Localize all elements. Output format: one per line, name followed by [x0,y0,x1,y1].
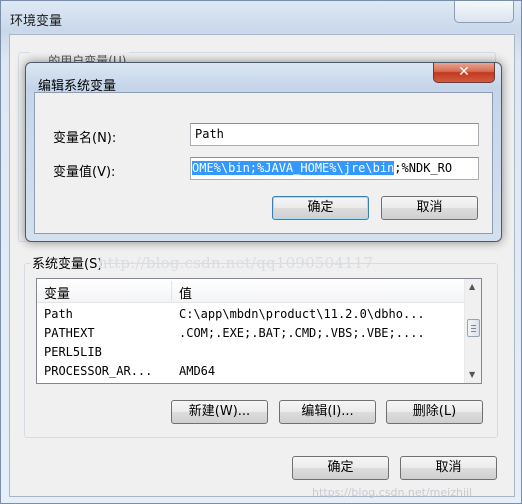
variable-value-input[interactable]: OME%\bin;%JAVA_HOME%\jre\bin;%NDK_RO [190,157,479,180]
row-name: PATHEXT [44,326,95,340]
variable-name-input[interactable]: Path [190,123,479,146]
scroll-thumb[interactable] [467,319,480,337]
dialog-cancel-button[interactable]: 取消 [381,196,478,220]
row-name: Path [44,307,73,321]
grip-line [471,328,476,329]
ok-button[interactable]: 确定 [292,456,389,480]
window-title: 环境变量 [10,14,63,29]
column-divider[interactable] [171,281,172,301]
selected-text: OME%\bin;%JAVA_HOME%\jre\bin [192,161,395,175]
list-header: 变量 值 [37,279,465,303]
row-value: .COM;.EXE;.BAT;.CMD;.VBS;.VBE;.... [179,326,425,340]
vertical-scrollbar[interactable]: ▲ ▼ [464,279,481,383]
table-row[interactable]: PATHEXT .COM;.EXE;.BAT;.CMD;.VBS;.VBE;..… [37,324,465,343]
variable-value-text: OME%\bin;%JAVA_HOME%\jre\bin;%NDK_RO [192,161,452,175]
row-value: C:\app\mbdn\product\11.2.0\dbho... [179,307,425,321]
system-variables-list[interactable]: 变量 值 Path C:\app\mbdn\product\11.2.0\dbh… [36,278,482,384]
table-row[interactable]: PROCESSOR_AR... AMD64 [37,362,465,381]
variable-value-label: 变量值(V): [53,165,116,180]
variable-name-label: 变量名(N): [53,131,117,146]
edit-variable-button[interactable]: 编辑(I)... [279,400,376,424]
new-variable-button[interactable]: 新建(W)... [171,400,268,424]
variable-name-value: Path [195,127,224,141]
window-close-button[interactable] [454,1,514,23]
close-icon: ✕ [458,64,470,80]
column-header-value[interactable]: 值 [179,283,192,302]
dialog-ok-button[interactable]: 确定 [272,196,369,220]
watermark: http://blog.csdn.net/qq1090504117 [98,254,374,272]
scroll-up-arrow-icon[interactable]: ▲ [469,282,475,291]
unselected-text: ;%NDK_RO [394,161,453,175]
system-variables-title: 系统变量(S) [30,253,105,272]
row-value: AMD64 [179,364,216,378]
dialog-close-button[interactable]: ✕ [433,63,495,83]
row-name: PROCESSOR_AR... [44,364,153,378]
dialog-body: 变量名(N): Path 变量值(V): OME%\bin;%JAVA_HOME… [34,92,493,234]
delete-variable-button[interactable]: 删除(L) [386,400,483,424]
grip-line [471,325,476,326]
grip-line [471,331,476,332]
row-name: PERL5LIB [44,345,102,359]
table-row[interactable]: PERL5LIB [37,343,465,362]
scroll-down-arrow-icon[interactable]: ▼ [469,370,475,379]
column-header-variable[interactable]: 变量 [44,283,70,302]
watermark-footer: https://blog.csdn.net/meizhiil [312,486,473,499]
table-row[interactable]: Path C:\app\mbdn\product\11.2.0\dbho... [37,305,465,324]
cancel-button[interactable]: 取消 [400,456,497,480]
edit-system-variable-dialog: 编辑系统变量 ✕ 变量名(N): Path 变量值(V): OME%\bin;%… [25,62,502,242]
